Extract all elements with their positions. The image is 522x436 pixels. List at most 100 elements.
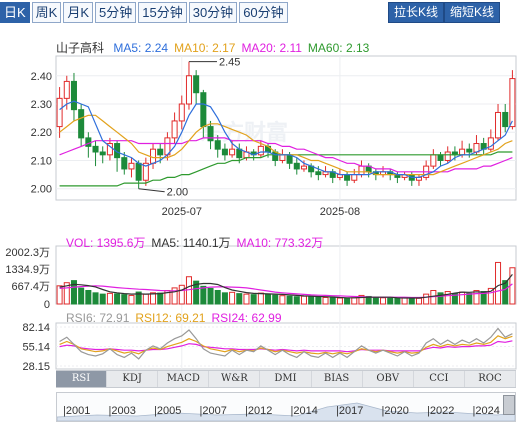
candle-down [99,151,106,156]
volume-bar [415,297,422,305]
candle-down [135,162,142,181]
volume-axis-label: 0 [44,299,50,311]
candle-up [229,148,236,156]
candle-down [70,80,77,111]
volume-bar [437,292,444,305]
volume-bar [459,291,466,305]
price-axis-label: 2.10 [31,155,52,167]
rsi-axis-label: 82.14 [22,322,50,334]
indicator-tab-wr[interactable]: W&R [209,371,261,387]
volume-bar [322,297,329,305]
volume-bar [495,261,502,305]
volume-bar [229,291,236,305]
candle-up [56,97,63,128]
price-axis-label: 2.30 [31,99,52,111]
candle-down [200,92,207,128]
indicator-tabs: RSI KDJ MACD W&R DMI BIAS OBV CCI ROC [56,370,516,388]
candle-up [279,154,286,161]
rsi-legend: RSI6: 72.91 RSI12: 69.21 RSI24: 62.99 [66,311,288,325]
candle-down [344,174,351,181]
indicator-tab-kdj[interactable]: KDJ [107,371,159,387]
low-annotation: 2.00 [167,187,188,199]
volume-bar [250,294,257,305]
volume-bar [257,292,264,305]
candle-up [300,165,307,170]
candle-down [315,171,322,176]
volume-bar [214,289,221,305]
indicator-tab-macd[interactable]: MACD [158,371,210,387]
ma60-line [59,151,513,187]
volume-bar [380,297,387,305]
candle-up [358,165,365,176]
volume-bar [336,297,343,305]
volume-legend: VOL: 1395.6万 MA5: 1140.1万 MA10: 773.32万 [66,234,329,251]
rsi-axis-label: 55.14 [22,342,50,354]
time-navigator[interactable]: |2001 |2003 |2005 |2007 |2012 |2014 |2017 |2020… [56,392,516,422]
volume-bar [308,295,315,305]
candle-up [459,148,466,156]
indicator-tab-rsi[interactable]: RSI [56,371,108,387]
candle-down [157,148,164,156]
navigator-year-2017: |2017 [336,405,364,417]
candle-up [444,151,451,161]
candle-down [85,137,92,147]
volume-bar [106,292,113,305]
volume-bar [408,297,415,305]
navigator-year-2024: |2024 [472,405,500,417]
volume-bar [351,297,358,305]
navigator-year-2007: |2007 [199,405,227,417]
volume-bar [272,294,279,305]
candle-down [293,162,300,170]
volume-bar [157,292,164,305]
candle-up [128,162,135,170]
volume-bar [315,296,322,305]
navigator-year-2020: |2020 [381,405,409,417]
volume-bar [207,287,214,305]
volume-axis-label: 1334.9万 [5,264,50,276]
indicator-tab-bias[interactable]: BIAS [312,371,363,387]
volume-bar [444,291,451,305]
indicator-tab-obv[interactable]: OBV [363,371,414,387]
candle-down [193,75,200,94]
date-label: 2025-08 [320,206,360,218]
indicator-tab-roc[interactable]: ROC [465,371,516,387]
volume-bar [401,297,408,305]
volume-bar [114,293,121,305]
volume-bar [236,293,243,305]
volume-bar [466,292,473,305]
candle-up [430,154,437,167]
navigator-year-2012: |2012 [245,405,273,417]
navigator-year-2003: |2003 [108,405,136,417]
navigator-year-2014: |2014 [290,405,318,417]
candle-up [178,103,185,122]
candle-up [495,111,502,139]
volume-axis-label: 667.4万 [11,281,50,293]
indicator-tab-cci[interactable]: CCI [414,371,465,387]
volume-bar [372,296,379,305]
volume-bar [387,297,394,305]
volume-ma5-line [59,274,513,299]
indicator-tab-dmi[interactable]: DMI [260,371,312,387]
volume-bar [85,289,92,305]
volume-bar [300,295,307,305]
volume-bar [99,293,106,305]
navigator-year-2005: |2005 [154,405,182,417]
rsi-legend-item-0: RSI6: 72.91 [66,311,130,325]
volume-bar [344,297,351,305]
price-axis-label: 2.40 [31,71,52,83]
volume-legend-item-1: MA5: 1140.1万 [151,236,231,250]
candle-up [351,174,358,181]
volume-bar [286,295,293,305]
candle-up [257,145,264,156]
navigator-handle[interactable] [503,395,515,415]
volume-bar [78,287,85,305]
rsi-axis-label: 28.15 [22,361,50,370]
navigator-year-2022: |2022 [427,405,455,417]
volume-legend-item-2: MA10: 773.32万 [236,236,324,250]
volume-bar [394,297,401,305]
date-label: 2025-07 [162,206,202,218]
rsi6-line [59,327,513,360]
volume-bar [142,293,149,305]
volume-bar [92,292,99,305]
volume-legend-item-0: VOL: 1395.6万 [66,236,146,250]
